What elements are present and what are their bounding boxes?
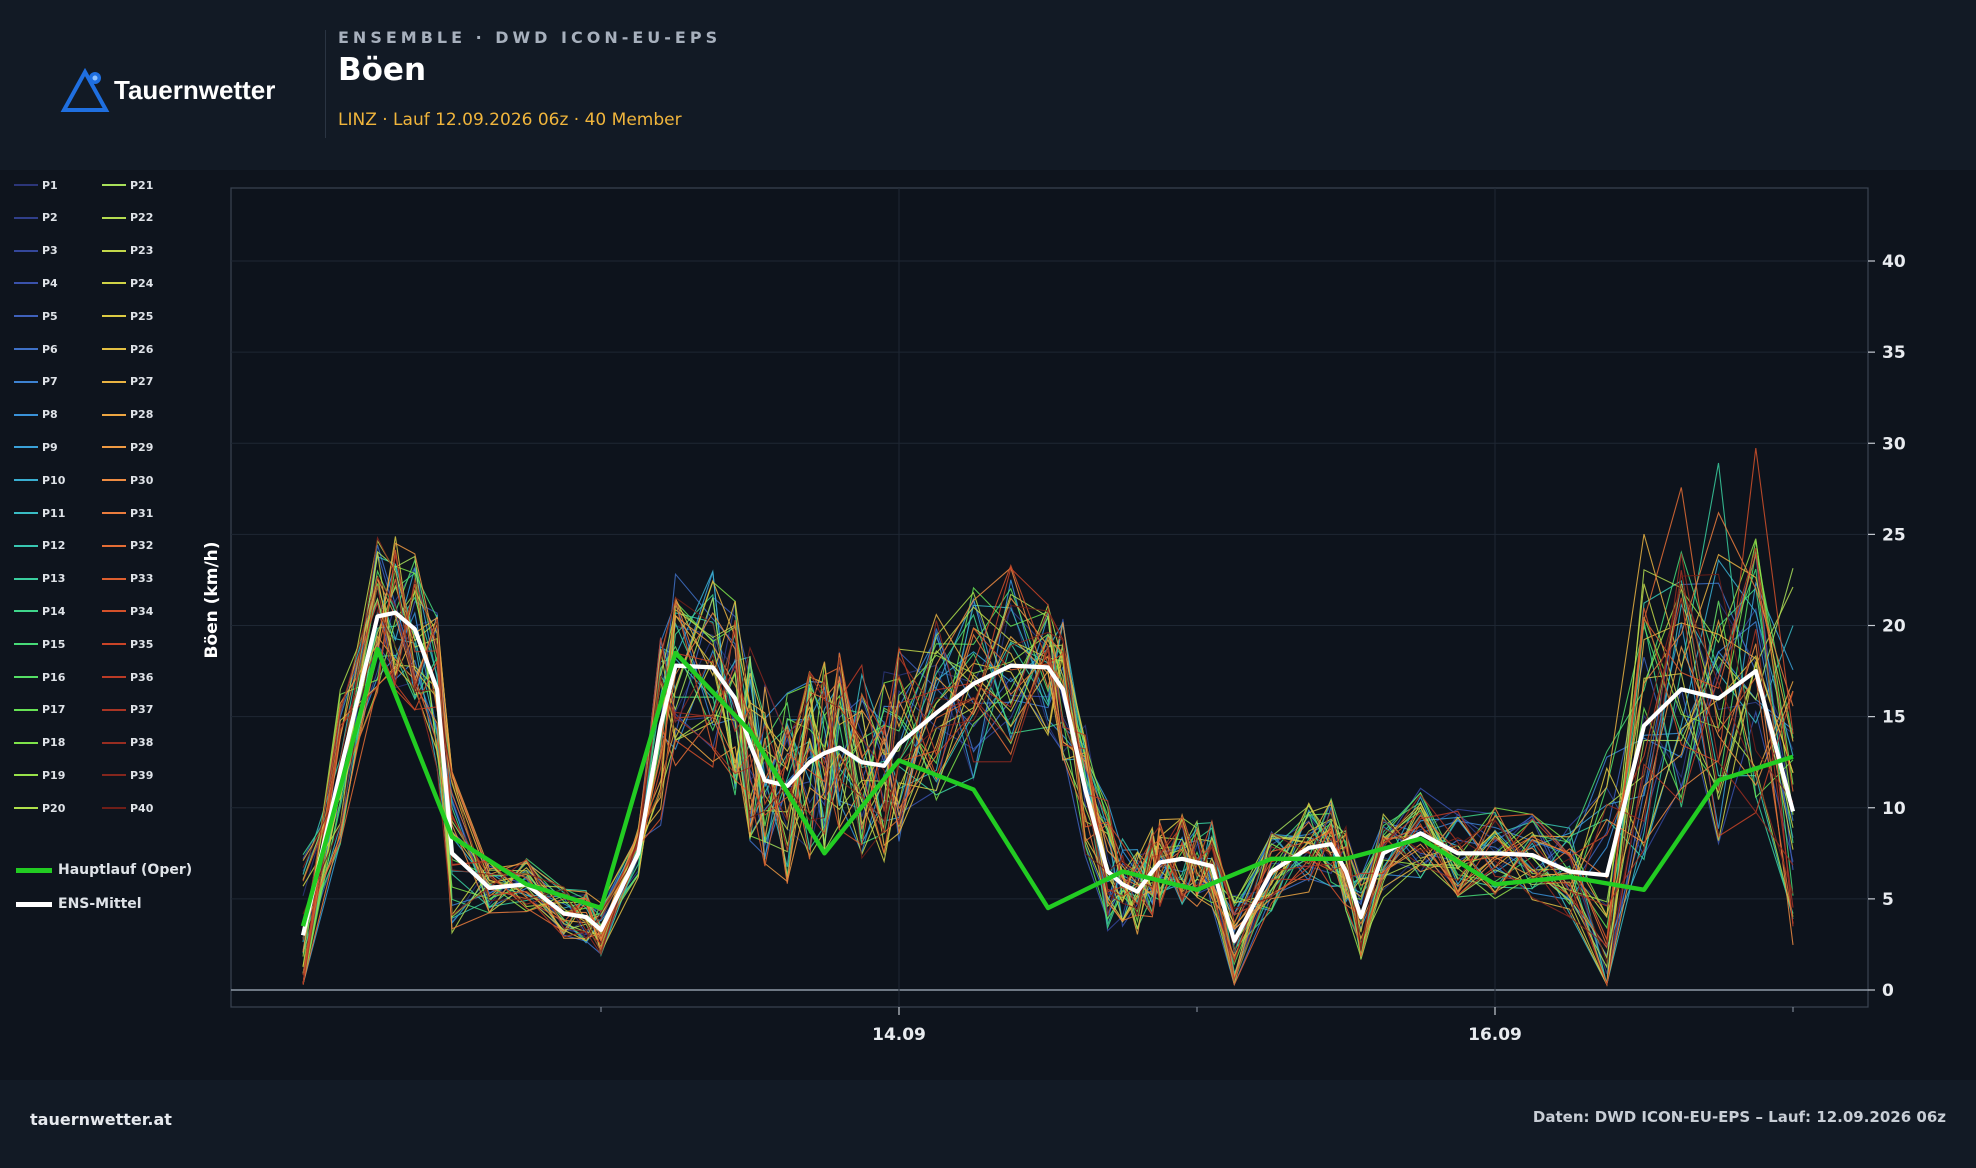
y-tick-label: 10 [1882, 799, 1906, 819]
y-tick-label: 40 [1882, 252, 1906, 272]
y-tick-label: 15 [1882, 708, 1906, 728]
x-tick-label: 16.09 [1468, 1025, 1522, 1045]
y-tick-label: 0 [1882, 981, 1894, 1001]
y-tick-label: 25 [1882, 525, 1906, 545]
footer: tauernwetter.at Daten: DWD ICON-EU-EPS –… [0, 1080, 1976, 1168]
y-tick-label: 5 [1882, 890, 1894, 910]
footer-source: Daten: DWD ICON-EU-EPS – Lauf: 12.09.202… [1532, 1108, 1946, 1126]
x-tick-label: 14.09 [872, 1025, 926, 1045]
y-tick-label: 30 [1882, 434, 1906, 454]
y-tick-label: 35 [1882, 343, 1906, 363]
footer-site[interactable]: tauernwetter.at [30, 1110, 172, 1129]
y-tick-label: 20 [1882, 617, 1906, 637]
gust-chart: 0 5 10 15 20 25 30 35 40 14.09 16.09 [230, 187, 1906, 1045]
